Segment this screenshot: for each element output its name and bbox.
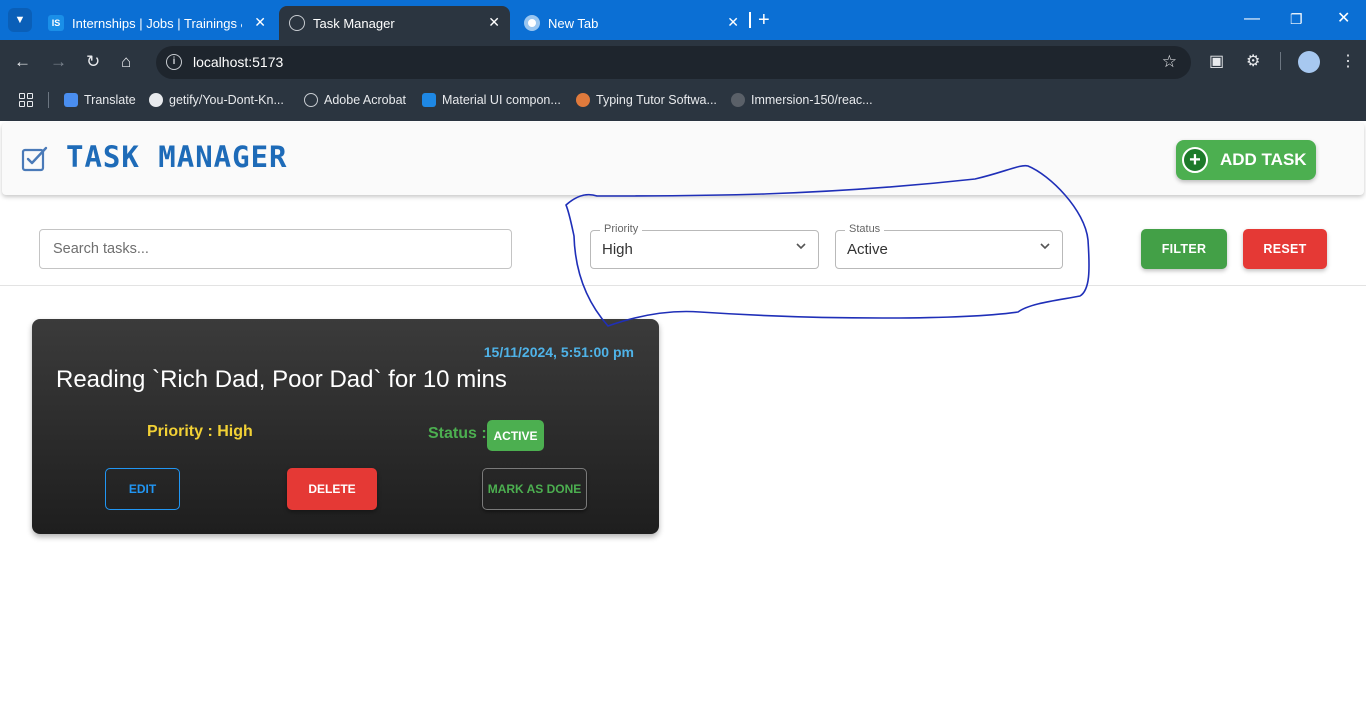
new-tab-plus-icon[interactable]: + xyxy=(758,10,770,30)
globe-icon xyxy=(289,15,305,31)
search-input[interactable] xyxy=(39,229,512,269)
priority-select[interactable]: Priority High xyxy=(590,223,819,269)
profile-avatar[interactable] xyxy=(1298,51,1320,73)
browser-toolbar: ← → ↻ ⌂ i localhost:5173 ☆ ▣ ⚙ ⋮ xyxy=(0,40,1366,85)
url-text[interactable]: localhost:5173 xyxy=(193,54,283,70)
close-icon[interactable]: ✕ xyxy=(488,15,500,29)
mark-as-done-button[interactable]: MARK AS DONE xyxy=(482,468,587,510)
apps-grid-icon[interactable] xyxy=(19,93,33,107)
task-title: Reading `Rich Dad, Poor Dad` for 10 mins xyxy=(56,366,507,393)
priority-select-value: High xyxy=(602,241,633,258)
add-task-button[interactable]: + ADD TASK xyxy=(1176,140,1316,180)
screenshot-extension-icon[interactable]: ▣ xyxy=(1209,53,1224,71)
status-select-label: Status xyxy=(845,223,885,235)
internshala-favicon-icon: IS xyxy=(48,15,64,31)
tab-internships[interactable]: IS Internships | Jobs | Trainings & C ✕ xyxy=(38,6,276,40)
priority-select-label: Priority xyxy=(600,223,643,235)
tab-title: Task Manager xyxy=(313,15,395,31)
github-icon xyxy=(731,93,745,107)
bookmark-adobe-acrobat[interactable]: Adobe Acrobat xyxy=(304,93,406,107)
bookmark-getify[interactable]: getify/You-Dont-Kn... xyxy=(149,93,284,107)
globe-icon xyxy=(304,93,318,107)
tab-title: Internships | Jobs | Trainings & C xyxy=(72,15,242,31)
github-icon xyxy=(149,93,163,107)
reset-button[interactable]: RESET xyxy=(1243,229,1327,269)
back-arrow-icon[interactable]: ← xyxy=(14,53,31,70)
bookmark-material-ui[interactable]: Material UI compon... xyxy=(422,93,561,107)
bookmark-immersion[interactable]: Immersion-150/reac... xyxy=(731,93,873,107)
chrome-icon xyxy=(524,15,540,31)
reload-icon[interactable]: ↻ xyxy=(86,53,100,70)
tab-divider xyxy=(749,12,751,28)
task-checkbox-icon xyxy=(21,146,48,172)
task-card: 15/11/2024, 5:51:00 pm Reading `Rich Dad… xyxy=(32,319,659,534)
status-select[interactable]: Status Active xyxy=(835,223,1063,269)
bookmark-label: Typing Tutor Softwa... xyxy=(596,93,717,107)
task-priority: Priority : High xyxy=(147,423,253,440)
chevron-down-icon xyxy=(796,243,806,250)
tab-task-manager[interactable]: Task Manager ✕ xyxy=(279,6,510,40)
close-icon[interactable]: ✕ xyxy=(254,15,266,29)
forward-arrow-icon[interactable]: → xyxy=(50,53,67,70)
chevron-down-icon xyxy=(1040,243,1050,250)
bookmark-label: getify/You-Dont-Kn... xyxy=(169,93,284,107)
bookmark-label: Adobe Acrobat xyxy=(324,93,407,107)
app-title: TASK MANAGER xyxy=(66,140,288,174)
site-info-icon[interactable]: i xyxy=(166,54,182,70)
minimize-icon[interactable]: — xyxy=(1244,10,1260,28)
bookmark-typing-tutor[interactable]: Typing Tutor Softwa... xyxy=(576,93,717,107)
bookmark-label: Translate xyxy=(84,93,136,107)
tab-search-button[interactable]: ▼ xyxy=(8,8,32,32)
tab-title: New Tab xyxy=(548,15,599,31)
address-bar[interactable]: i localhost:5173 ☆ xyxy=(156,46,1191,79)
typing-tutor-icon xyxy=(576,93,590,107)
edit-button[interactable]: EDIT xyxy=(105,468,180,510)
task-date: 15/11/2024, 5:51:00 pm xyxy=(483,344,634,360)
delete-button[interactable]: DELETE xyxy=(287,468,377,510)
material-ui-icon xyxy=(422,93,436,107)
bookmark-label: Material UI compon... xyxy=(442,93,561,107)
toolbar-divider xyxy=(1280,52,1281,70)
tab-new-tab[interactable]: New Tab ✕ xyxy=(514,6,749,40)
status-select-value: Active xyxy=(847,241,888,258)
add-task-label: ADD TASK xyxy=(1220,150,1307,169)
window-close-icon[interactable]: ✕ xyxy=(1337,10,1350,28)
restore-icon[interactable]: ❐ xyxy=(1290,10,1303,28)
add-circle-icon: + xyxy=(1182,147,1208,173)
filter-button[interactable]: FILTER xyxy=(1141,229,1227,269)
task-status-label: Status : xyxy=(428,425,487,442)
close-icon[interactable]: ✕ xyxy=(727,15,739,29)
chevron-down-icon: ▼ xyxy=(14,14,26,26)
browser-tab-strip: ▼ IS Internships | Jobs | Trainings & C … xyxy=(0,0,1366,40)
filter-divider xyxy=(0,285,1366,286)
app-page: TASK MANAGER + ADD TASK Priority High St… xyxy=(0,121,1366,728)
status-badge: ACTIVE xyxy=(487,420,544,451)
bookmark-label: Immersion-150/reac... xyxy=(751,93,873,107)
home-icon[interactable]: ⌂ xyxy=(121,53,131,70)
google-translate-icon xyxy=(64,93,78,107)
kebab-menu-icon[interactable]: ⋮ xyxy=(1340,53,1356,71)
bookmarks-divider xyxy=(48,92,49,108)
app-header: TASK MANAGER + ADD TASK xyxy=(2,123,1364,195)
bookmark-star-icon[interactable]: ☆ xyxy=(1162,52,1177,72)
extensions-puzzle-icon[interactable]: ⚙ xyxy=(1246,53,1260,71)
bookmark-translate[interactable]: Translate xyxy=(64,93,136,107)
